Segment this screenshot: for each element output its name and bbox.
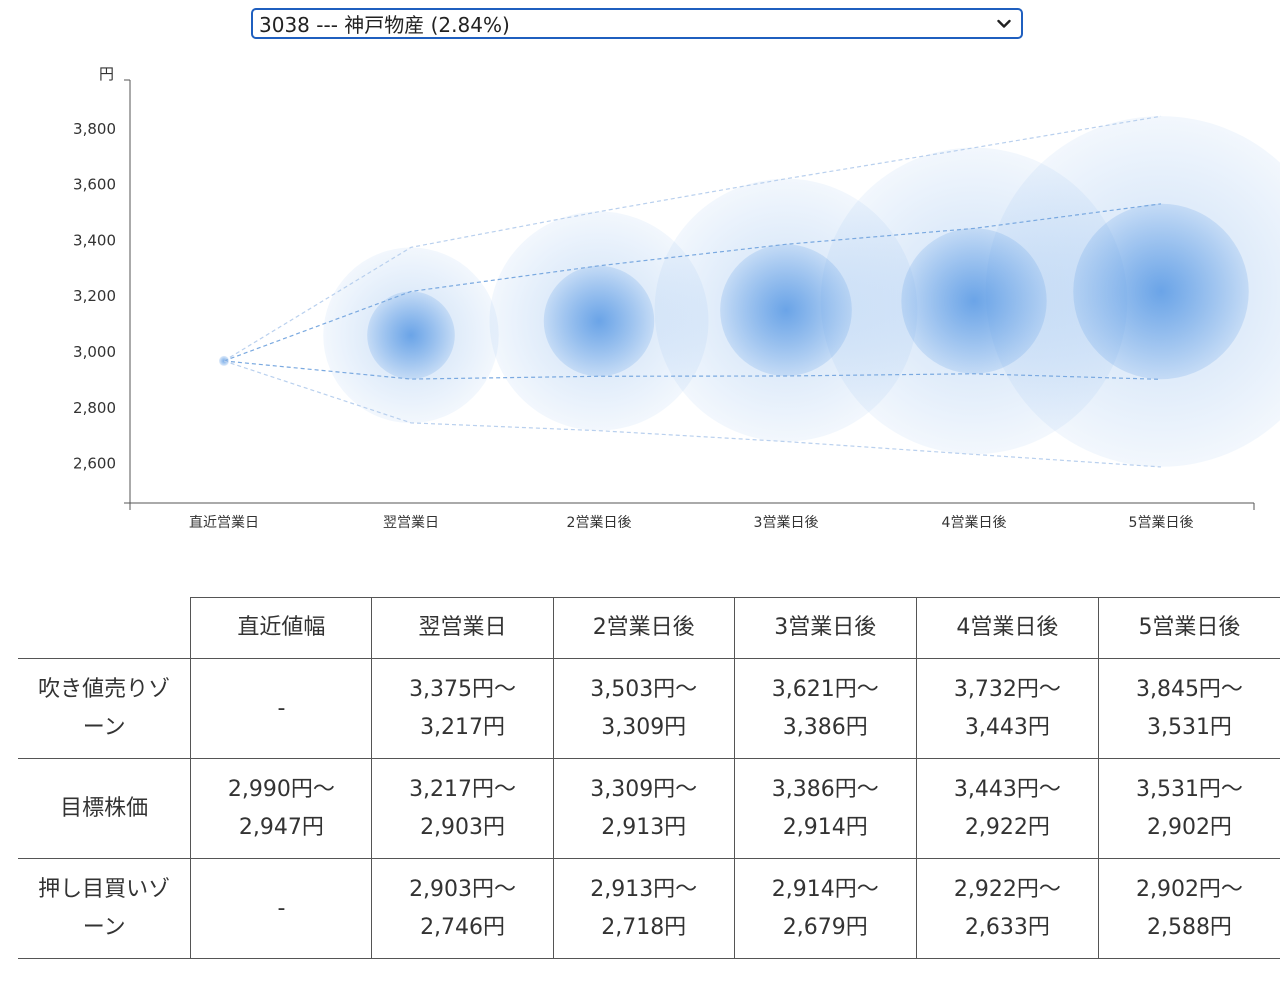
table-cell: - — [190, 858, 373, 959]
cell-value: 2,947円 — [238, 814, 324, 840]
cell-value: 3,217円 — [420, 714, 506, 740]
x-tick-label: 2営業日後 — [567, 515, 632, 531]
y-unit-label: 円 — [99, 65, 114, 83]
table-cell: 3,217円〜 2,903円 — [371, 758, 554, 859]
cell-value: 2,913円〜 — [590, 876, 698, 902]
cell-value: 2,679円 — [782, 914, 868, 940]
table-cell: 3,531円〜 2,902円 — [1097, 758, 1280, 859]
bubble-inner — [1073, 203, 1249, 380]
table-header-row: 直近値幅 翌営業日 2営業日後 3営業日後 4営業日後 5営業日後 — [18, 597, 1280, 659]
x-tick-label: 5営業日後 — [1129, 515, 1194, 531]
y-tick-label: 2,600 — [73, 455, 116, 473]
table-row: 押し目買いゾ ーン - 2,903円〜 2,746円 2,913円〜 2,718円 2,914… — [18, 858, 1280, 959]
bubble-inner — [720, 244, 852, 376]
cell-value: 3,531円 — [1146, 714, 1232, 740]
cell-value: 2,903円〜 — [409, 876, 517, 902]
cell-value: 3,375円〜 — [409, 676, 517, 702]
cell-value: 2,922円〜 — [953, 876, 1061, 902]
cell-value: 2,922円 — [964, 814, 1050, 840]
y-tick-label: 3,800 — [73, 120, 116, 138]
table-row: 目標株価 2,990円〜 2,947円 3,217円〜 2,903円 3,309円〜 2,9… — [18, 758, 1280, 859]
y-tick-label: 2,800 — [73, 399, 116, 417]
y-tick-label: 3,600 — [73, 176, 116, 194]
cell-value: 3,531円〜 — [1135, 776, 1243, 802]
table-cell: 2,922円〜 2,633円 — [915, 858, 1099, 959]
table-cell: 2,903円〜 2,746円 — [371, 858, 554, 959]
cell-value: 3,309円 — [601, 714, 687, 740]
cell-value: 2,903円 — [420, 814, 506, 840]
cell-value: 3,503円〜 — [590, 676, 698, 702]
cell-value: 3,732円〜 — [953, 676, 1061, 702]
table-cell: - — [190, 658, 373, 759]
table-corner-cell — [18, 597, 192, 659]
table-column-header: 2営業日後 — [552, 597, 735, 659]
cell-value: 2,990円〜 — [227, 776, 335, 802]
row-label-line: 吹き値売りゾ — [38, 676, 171, 702]
cell-value: 2,902円 — [1146, 814, 1232, 840]
table-column-header: 直近値幅 — [190, 597, 373, 659]
cell-value: 3,217円〜 — [409, 776, 517, 802]
row-label-line: ーン — [82, 914, 126, 940]
table-cell: 2,902円〜 2,588円 — [1097, 858, 1280, 959]
forecast-chart: 円 2,600 2,800 3,000 3,200 3,400 3,600 3,800 直近営業… — [73, 65, 1280, 531]
table-cell: 3,845円〜 3,531円 — [1097, 658, 1280, 759]
row-label-line: 押し目買いゾ — [38, 876, 171, 902]
table-cell: 3,443円〜 2,922円 — [915, 758, 1099, 859]
bubble-inner — [367, 291, 455, 380]
forecast-table: 直近値幅 翌営業日 2営業日後 3営業日後 4営業日後 5営業日後 吹き値売りゾ ーン - 3,… — [18, 597, 1280, 959]
cell-value: 2,913円 — [601, 814, 687, 840]
cell-value: 3,386円 — [782, 714, 868, 740]
table-cell: 3,386円〜 2,914円 — [733, 758, 917, 859]
table-cell: 3,503円〜 3,309円 — [552, 658, 735, 759]
cell-value: 2,633円 — [964, 914, 1050, 940]
cell-value: 3,621円〜 — [771, 676, 879, 702]
table-column-header: 3営業日後 — [733, 597, 917, 659]
stock-select-value: 3038 --- 神戸物産 (2.84%) — [259, 13, 510, 37]
bubble-inner — [901, 228, 1047, 374]
cell-value: 3,443円〜 — [953, 776, 1061, 802]
stock-select[interactable]: 3038 --- 神戸物産 (2.84%) — [251, 8, 1023, 39]
cell-value: 3,845円〜 — [1135, 676, 1243, 702]
x-tick-label: 直近営業日 — [189, 514, 259, 531]
row-label: 目標株価 — [18, 758, 192, 859]
row-label-line: ーン — [82, 714, 126, 740]
cell-value: 2,902円〜 — [1135, 876, 1243, 902]
table-cell: 3,309円〜 2,913円 — [552, 758, 735, 859]
row-label: 押し目買いゾ ーン — [18, 858, 192, 959]
table-cell: 3,375円〜 3,217円 — [371, 658, 554, 759]
table-cell: 2,913円〜 2,718円 — [552, 858, 735, 959]
cell-value: 2,914円〜 — [771, 876, 879, 902]
cell-value: 2,746円 — [420, 914, 506, 940]
y-tick-label: 3,200 — [73, 287, 116, 305]
cell-value: 3,309円〜 — [590, 776, 698, 802]
chevron-down-icon[interactable] — [993, 13, 1015, 35]
y-tick-label: 3,000 — [73, 343, 116, 361]
x-tick-label: 3営業日後 — [754, 515, 819, 531]
cell-value: 3,386円〜 — [771, 776, 879, 802]
table-row: 吹き値売りゾ ーン - 3,375円〜 3,217円 3,503円〜 3,309円 3,621… — [18, 658, 1280, 759]
table-column-header: 翌営業日 — [371, 597, 554, 659]
cell-value: - — [277, 695, 286, 721]
bubble-inner — [543, 265, 655, 377]
cell-value: 3,443円 — [964, 714, 1050, 740]
table-cell: 2,914円〜 2,679円 — [733, 858, 917, 959]
table-cell: 2,990円〜 2,947円 — [190, 758, 373, 859]
cell-value: - — [277, 895, 286, 921]
x-tick-label: 4営業日後 — [942, 515, 1007, 531]
cell-value: 2,588円 — [1146, 914, 1232, 940]
table-column-header: 4営業日後 — [915, 597, 1099, 659]
cell-value: 2,914円 — [782, 814, 868, 840]
row-label: 吹き値売りゾ ーン — [18, 658, 192, 759]
row-label-line: 目標株価 — [60, 795, 149, 821]
table-cell: 3,621円〜 3,386円 — [733, 658, 917, 759]
table-cell: 3,732円〜 3,443円 — [915, 658, 1099, 759]
bubbles-layer — [219, 116, 1280, 467]
table-column-header: 5営業日後 — [1097, 597, 1280, 659]
cell-value: 2,718円 — [601, 914, 687, 940]
y-tick-label: 3,400 — [73, 231, 116, 249]
x-tick-label: 翌営業日 — [383, 515, 439, 531]
